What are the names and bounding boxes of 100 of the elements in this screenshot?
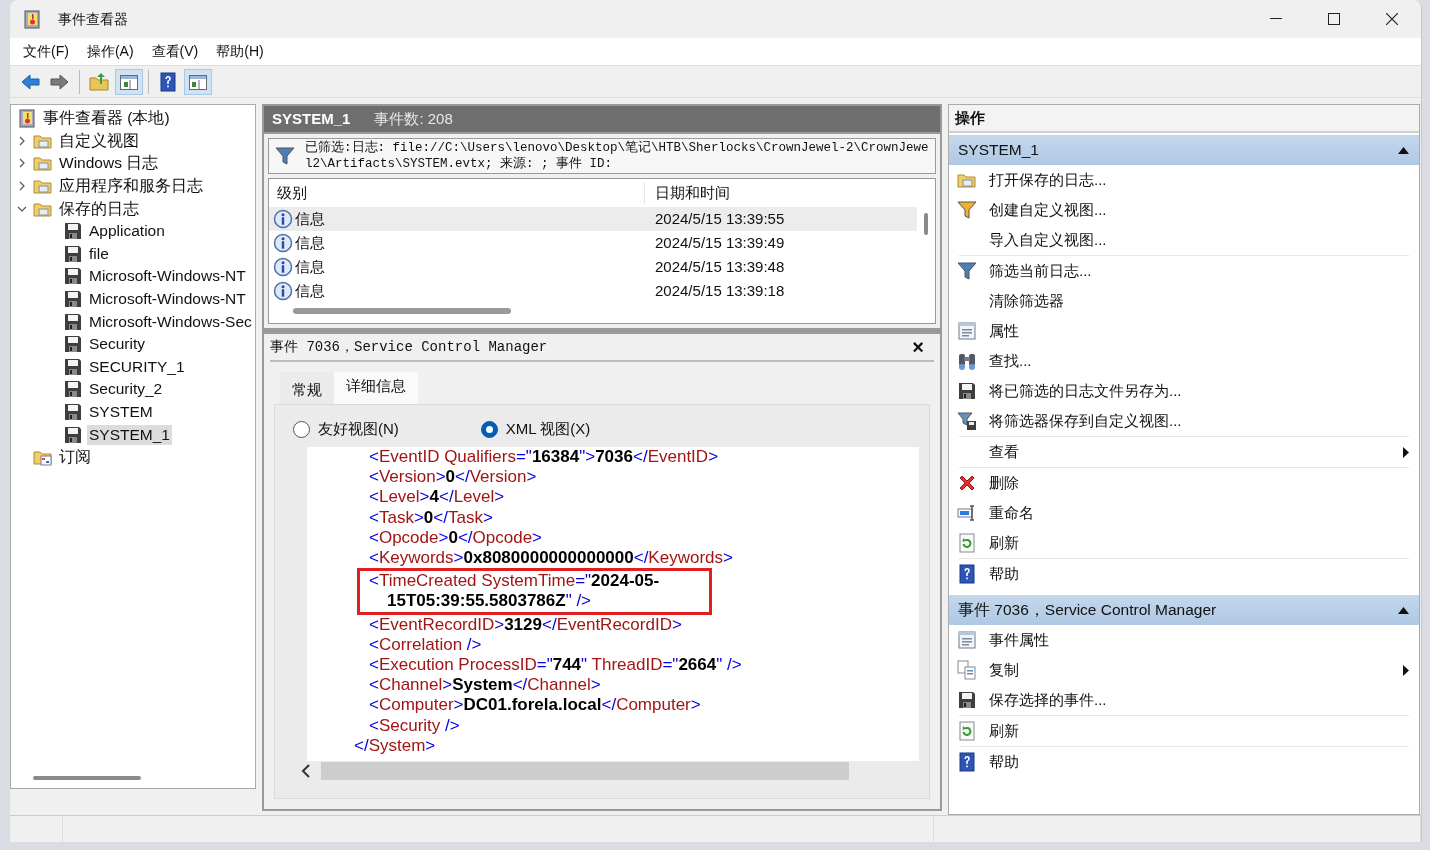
column-header[interactable]: 日期和时间 xyxy=(645,181,730,205)
action-item[interactable]: 导入自定义视图... xyxy=(949,225,1419,255)
help-icon xyxy=(158,71,178,92)
xml-line: 15T05:39:55.5803786Z" /> xyxy=(357,591,712,615)
xml-line: </System> xyxy=(353,735,437,757)
event-row[interactable]: 信息 2024/5/15 13:39:48 xyxy=(269,255,917,279)
action-item[interactable]: 刷新 xyxy=(949,716,1419,746)
section-header[interactable]: 事件 7036，Service Control Manager xyxy=(949,595,1419,625)
tab[interactable]: 常规 xyxy=(280,372,334,404)
tab[interactable]: 详细信息 xyxy=(334,372,418,404)
scrollbar[interactable] xyxy=(924,213,928,235)
help-icon xyxy=(957,564,977,584)
toolbar-button[interactable] xyxy=(115,68,143,95)
refresh-icon xyxy=(957,533,977,553)
tree-item[interactable]: SECURITY_1 xyxy=(87,356,187,377)
table-cell-text: 信息 xyxy=(295,232,325,253)
action-item[interactable]: 清除筛选器 xyxy=(949,286,1419,316)
forward-arrow-icon xyxy=(50,71,70,92)
info-icon xyxy=(273,281,293,301)
close-button[interactable]: × xyxy=(912,337,924,357)
action-item[interactable]: 删除 xyxy=(949,468,1419,498)
tree-item[interactable]: Security_2 xyxy=(87,379,165,400)
action-item[interactable]: 查看 xyxy=(949,437,1419,467)
info-icon xyxy=(273,233,293,253)
funnel-icon xyxy=(957,200,977,220)
table-cell-text: 2024/5/15 13:39:48 xyxy=(654,256,785,277)
action-item[interactable]: 刷新 xyxy=(949,528,1419,558)
section-header[interactable]: SYSTEM_1 xyxy=(949,135,1419,165)
action-item[interactable]: 保存选择的事件... xyxy=(949,685,1419,715)
table-cell-text: 信息 xyxy=(295,280,325,301)
properties-icon xyxy=(957,321,977,341)
action-item[interactable]: 创建自定义视图... xyxy=(949,195,1419,225)
toolbar-button[interactable] xyxy=(184,68,212,95)
xml-line: <Security /> xyxy=(368,715,461,736)
funnel-icon xyxy=(957,261,977,281)
column-header[interactable]: 级别 xyxy=(269,181,645,205)
tree-item[interactable]: 应用程序和服务日志 xyxy=(57,176,205,197)
xml-line: <Execution ProcessID="744" ThreadID="2664" /> xyxy=(368,655,743,676)
tree-item[interactable]: SYSTEM_1 xyxy=(87,424,172,445)
chevron-icon[interactable] xyxy=(17,158,27,169)
table-cell-text: 2024/5/15 13:39:49 xyxy=(654,232,785,253)
binoculars-icon xyxy=(957,351,977,371)
tree-item[interactable]: Windows 日志 xyxy=(57,153,161,174)
chevron-icon[interactable] xyxy=(17,135,27,146)
tree-item[interactable]: Microsoft-Windows-NT xyxy=(87,289,248,310)
action-item[interactable]: 筛选当前日志... xyxy=(949,256,1419,286)
radio-button[interactable]: 友好视图(N) xyxy=(293,417,399,441)
xml-line: <EventID Qualifiers="16384">7036</EventID> xyxy=(368,447,720,468)
xml-line: <Computer>DC01.forela.local</Computer> xyxy=(368,695,702,716)
tree-item[interactable]: SYSTEM xyxy=(87,402,155,422)
xml-line: <Level>4</Level> xyxy=(368,487,506,508)
scroll-left-icon[interactable] xyxy=(301,764,311,778)
copy-icon xyxy=(957,660,977,680)
scrollbar[interactable] xyxy=(293,308,511,314)
radio-button[interactable]: XML 视图(X) xyxy=(480,417,591,441)
xml-line: <Task>0</Task> xyxy=(368,507,494,528)
table-cell-text: 2024/5/15 13:39:55 xyxy=(654,208,785,229)
close-icon xyxy=(1386,13,1398,25)
action-item[interactable]: 将筛选器保存到自定义视图... xyxy=(949,406,1419,436)
minimize-icon xyxy=(1270,18,1282,20)
collapse-icon xyxy=(1398,606,1409,614)
collapse-icon xyxy=(1398,146,1409,154)
action-item[interactable]: 将已筛选的日志文件另存为... xyxy=(949,376,1419,406)
event-row[interactable]: 信息 2024/5/15 13:39:55 xyxy=(269,207,917,231)
menu-item[interactable]: 帮助(H) xyxy=(209,41,271,62)
event-row[interactable]: 信息 2024/5/15 13:39:18 xyxy=(269,279,917,303)
xml-line: <TimeCreated SystemTime="2024-05- xyxy=(357,568,712,592)
scrollbar[interactable] xyxy=(321,762,849,780)
table-cell-text: 2024/5/15 13:39:18 xyxy=(654,280,785,301)
action-item[interactable]: 帮助 xyxy=(949,559,1419,589)
chevron-icon[interactable] xyxy=(17,181,27,192)
tree-item[interactable]: Microsoft-Windows-Sec xyxy=(87,311,254,332)
log-name: SYSTEM_1 xyxy=(272,108,351,129)
menu-item[interactable]: 文件(F) xyxy=(16,41,76,62)
action-item[interactable]: 查找... xyxy=(949,346,1419,376)
tree-item[interactable]: Microsoft-Windows-NT xyxy=(87,266,248,287)
xml-line: <Version>0</Version> xyxy=(368,467,538,488)
action-item[interactable]: 复制 xyxy=(949,655,1419,685)
action-item[interactable]: 事件属性 xyxy=(949,625,1419,655)
action-item[interactable]: 重命名 xyxy=(949,498,1419,528)
info-icon xyxy=(273,257,293,277)
back-arrow-icon xyxy=(20,71,40,92)
tree-item[interactable]: 订阅 xyxy=(57,447,93,468)
event-row[interactable]: 信息 2024/5/15 13:39:49 xyxy=(269,231,917,255)
action-item[interactable]: 属性 xyxy=(949,316,1419,346)
scrollbar[interactable] xyxy=(33,776,141,780)
menu-item[interactable]: 查看(V) xyxy=(144,41,206,62)
tree-item[interactable]: 事件查看器 (本地) xyxy=(41,108,172,129)
tree-item[interactable]: 自定义视图 xyxy=(57,130,141,151)
delete-icon xyxy=(957,473,977,493)
tree-item[interactable]: 保存的日志 xyxy=(57,198,141,219)
pane-title: 操作 xyxy=(949,105,1419,133)
action-item[interactable]: 打开保存的日志... xyxy=(949,165,1419,195)
tree-item[interactable]: Security xyxy=(87,334,147,355)
tree-item[interactable]: Application xyxy=(87,221,167,242)
funnel-icon xyxy=(957,411,977,431)
menu-item[interactable]: 操作(A) xyxy=(79,41,141,62)
tree-item[interactable]: file xyxy=(87,243,111,264)
action-item[interactable]: 帮助 xyxy=(949,747,1419,777)
help-icon xyxy=(957,752,977,772)
